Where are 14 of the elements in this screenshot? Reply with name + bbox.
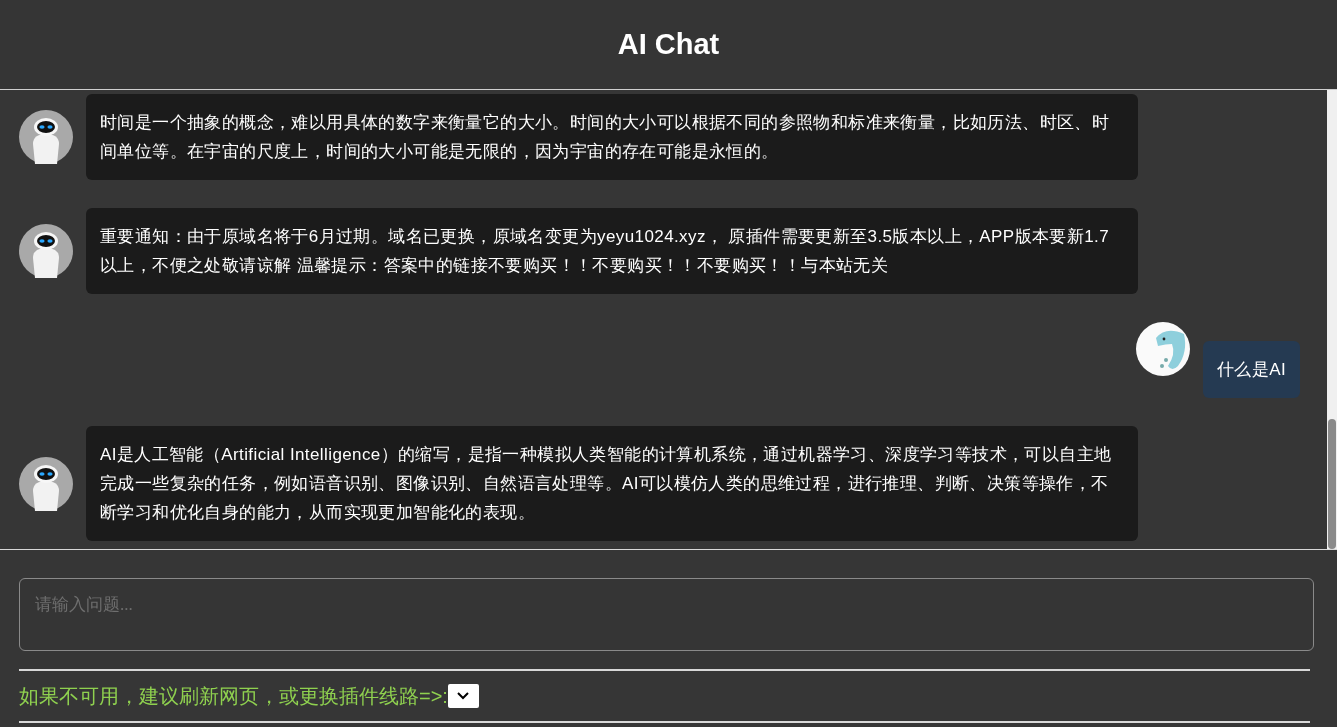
bot-message: AI是人工智能（Artificial Intelligence）的缩写，是指一种模拟人类智能的计算机系统，通过机器学习、深度学习等技术，可以自主地完成一些复杂的任务，例如语音识别、图像识别、自然语言处理等。AI可以模仿人类的思维过程，进行推理、判断、决策等操作，不断学习和优化自身的能力，从而实现更加智能化的表现。 [86, 426, 1138, 541]
notice-text: 如果不可用，建议刷新网页，或更换插件线路=>: [19, 683, 448, 709]
bot-message: 时间是一个抽象的概念，难以用具体的数字来衡量它的大小。时间的大小可以根据不同的参照物和标准来衡量，比如历法、时区、时间单位等。在宇宙的尺度上，时间的大小可能是无限的，因为宇宙的存在可能是永恒的。 [86, 94, 1138, 180]
user-message: 什么是AI [1202, 341, 1300, 398]
bot-message: 重要通知：由于原域名将于6月过期。域名已更换，原域名变更为yeyu1024.xyz， 原插件需要更新至3.5版本以上，APP版本要新1.7以上，不便之处敬请谅解 温馨提示：答案中的链接不要购买！！不要购买！！不要购买！！与本站无关 [86, 208, 1138, 294]
app-title: AI Chat [617, 28, 720, 61]
user-avatar [1135, 322, 1190, 376]
question-input[interactable]: 请输入问题... [19, 578, 1314, 651]
chevron-down-icon [457, 692, 470, 700]
robot-avatar [19, 224, 73, 278]
robot-avatar [19, 110, 73, 164]
robot-avatar [19, 456, 73, 511]
scrollbar[interactable] [1327, 90, 1337, 549]
route-select[interactable] [447, 684, 479, 708]
